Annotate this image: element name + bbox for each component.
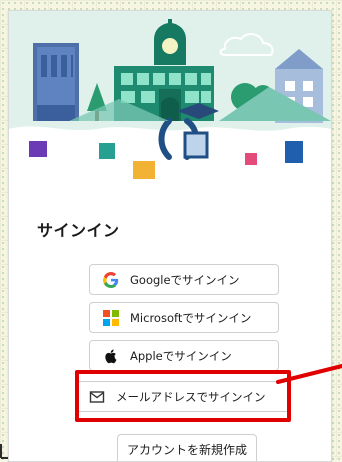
microsoft-icon — [102, 309, 120, 327]
apple-signin-button[interactable]: Appleでサインイン — [89, 340, 279, 371]
google-signin-button[interactable]: Googleでサインイン — [89, 264, 279, 295]
email-signin-button[interactable]: メールアドレスでサインイン — [75, 381, 291, 412]
apple-icon — [102, 347, 120, 365]
google-icon — [102, 271, 120, 289]
mail-icon — [88, 388, 106, 406]
hero-illustration — [9, 11, 331, 191]
hero-building-left — [33, 43, 79, 121]
create-account-label: アカウントを新規作成 — [126, 443, 247, 457]
microsoft-signin-label: Microsoftでサインイン — [130, 310, 252, 325]
signin-card: サインイン Googleでサインイン Microsoftでサインイン Apple… — [8, 10, 332, 462]
apple-signin-label: Appleでサインイン — [130, 348, 232, 363]
page-title: サインイン — [37, 221, 120, 240]
create-account-button[interactable]: アカウントを新規作成 — [117, 434, 257, 461]
microsoft-signin-button[interactable]: Microsoftでサインイン — [89, 302, 279, 333]
google-signin-label: Googleでサインイン — [130, 272, 240, 287]
email-signin-label: メールアドレスでサインイン — [116, 389, 266, 404]
